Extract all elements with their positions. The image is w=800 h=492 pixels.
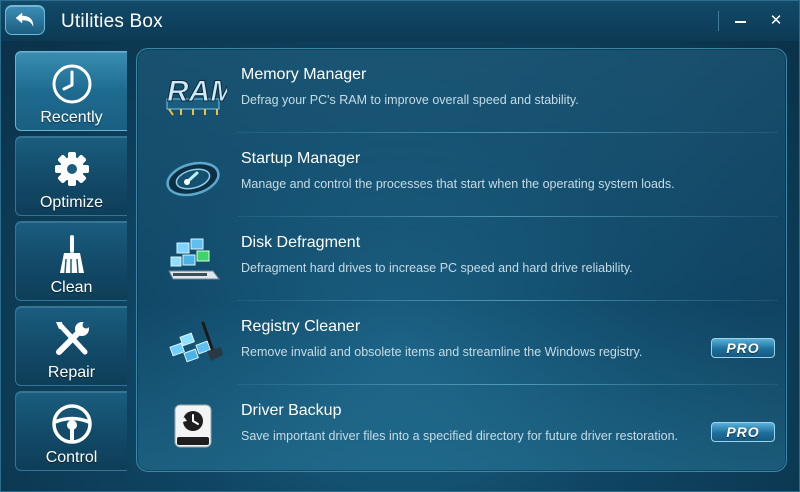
steering-wheel-icon (50, 402, 94, 446)
sidebar-item-clean[interactable]: Clean (15, 221, 127, 301)
utility-description: Save important driver files into a speci… (241, 429, 678, 443)
driver-backup-icon (163, 401, 223, 453)
back-arrow-icon (15, 12, 34, 27)
utility-row-startup-manager[interactable]: Startup Manager Manage and control the p… (137, 133, 788, 217)
sidebar: Recently Optimize Clean Repair Control (15, 51, 127, 476)
startup-gauge-icon (163, 149, 223, 201)
sidebar-item-label: Repair (47, 364, 96, 381)
utility-row-memory-manager[interactable]: RAM Memory Manager Defrag your PC's RAM … (137, 49, 788, 133)
wrench-screwdriver-icon (50, 317, 94, 361)
utility-name: Driver Backup (241, 402, 342, 419)
pro-badge[interactable]: PRO (711, 338, 775, 358)
utilities-box-window: Utilities Box ✕ Recently Optimize Clean … (0, 0, 800, 492)
broom-icon (50, 232, 94, 276)
registry-cleaner-icon (163, 317, 223, 369)
minimize-button[interactable] (728, 8, 752, 32)
utility-description: Remove invalid and obsolete items and st… (241, 345, 643, 359)
disk-defrag-icon (163, 233, 223, 285)
sidebar-item-label: Recently (40, 109, 103, 126)
clock-icon (50, 62, 94, 106)
sidebar-item-label: Control (45, 449, 98, 466)
sidebar-item-repair[interactable]: Repair (15, 306, 127, 386)
gear-icon (50, 147, 94, 191)
window-title: Utilities Box (61, 11, 163, 32)
sidebar-item-optimize[interactable]: Optimize (15, 136, 127, 216)
minimize-icon (734, 21, 746, 23)
utility-row-registry-cleaner[interactable]: Registry Cleaner Remove invalid and obso… (137, 301, 788, 385)
close-button[interactable]: ✕ (764, 8, 788, 32)
pro-badge[interactable]: PRO (711, 422, 775, 442)
titlebar-separator (718, 11, 719, 31)
utility-name: Registry Cleaner (241, 318, 361, 335)
sidebar-item-label: Optimize (39, 194, 104, 211)
sidebar-item-recently[interactable]: Recently (15, 51, 127, 131)
svg-text:RAM: RAM (167, 75, 227, 108)
utilities-panel: RAM Memory Manager Defrag your PC's RAM … (136, 48, 787, 472)
utility-description: Defragment hard drives to increase PC sp… (241, 261, 633, 275)
sidebar-item-control[interactable]: Control (15, 391, 127, 471)
utility-description: Defrag your PC's RAM to improve overall … (241, 93, 579, 107)
utility-name: Memory Manager (241, 66, 367, 83)
ram-icon: RAM (163, 65, 237, 117)
close-icon: ✕ (769, 12, 783, 29)
utility-description: Manage and control the processes that st… (241, 177, 675, 191)
utility-name: Disk Defragment (241, 234, 361, 251)
utility-row-disk-defragment[interactable]: Disk Defragment Defragment hard drives t… (137, 217, 788, 301)
sidebar-item-label: Clean (50, 279, 93, 296)
utility-name: Startup Manager (241, 150, 361, 167)
back-button[interactable] (5, 5, 45, 35)
title-bar: Utilities Box ✕ (1, 1, 799, 41)
utility-row-driver-backup[interactable]: Driver Backup Save important driver file… (137, 385, 788, 469)
